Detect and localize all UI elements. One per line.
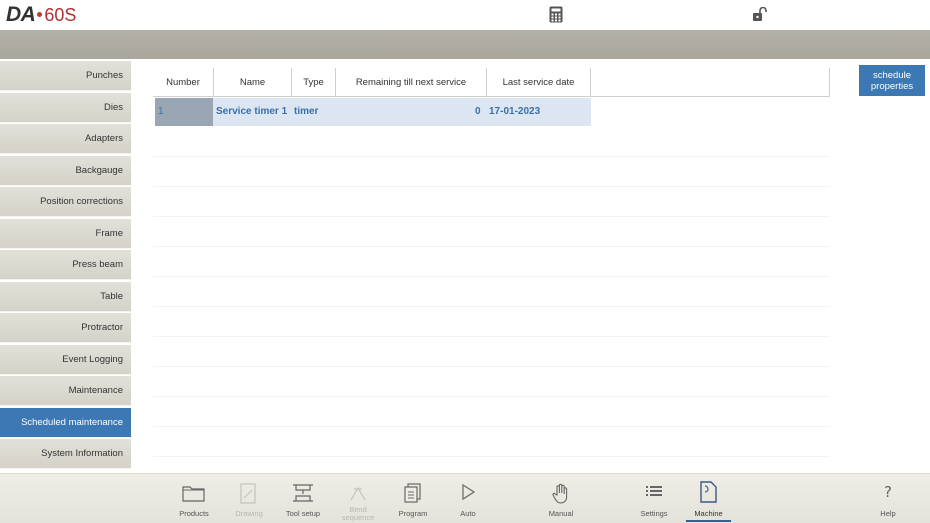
sidebar-item-frame[interactable]: Frame (0, 218, 131, 249)
nav-label: Bend sequence (341, 505, 375, 522)
column-header-remaining[interactable]: Remaining till next service (336, 68, 487, 97)
sidebar-item-adapters[interactable]: Adapters (0, 124, 131, 154)
nav-label: Tool setup (285, 509, 321, 518)
unlock-icon[interactable] (752, 7, 768, 22)
empty-row (153, 277, 830, 307)
cell-type: timer (294, 106, 319, 117)
tool-setup-icon (293, 484, 313, 502)
table-row[interactable]: 1 Service timer 1 timer 0 17-01-2023 (155, 98, 591, 126)
sidebar: Punches Dies Adapters Backgauge Position… (0, 61, 131, 473)
sidebar-item-system-information[interactable]: System Information (0, 439, 131, 469)
empty-row (153, 217, 830, 247)
program-icon (404, 483, 421, 503)
empty-row (153, 367, 830, 397)
bend-sequence-icon (350, 486, 366, 501)
sidebar-item-punches[interactable]: Punches (0, 61, 131, 91)
nav-label: Machine (694, 509, 723, 518)
column-header-type[interactable]: Type (292, 68, 336, 97)
schedule-table: Number Name Type Remaining till next ser… (153, 68, 830, 468)
list-icon (646, 486, 662, 496)
logo-dot (37, 11, 43, 17)
schedule-properties-label-2: properties (870, 81, 914, 92)
nav-drawing[interactable]: Drawing (227, 474, 271, 523)
nav-label: Program (398, 509, 428, 518)
column-header-name[interactable]: Name (214, 68, 292, 97)
nav-products[interactable]: Products (172, 474, 216, 523)
empty-row (153, 187, 830, 217)
column-header-number[interactable]: Number (153, 68, 214, 97)
sidebar-item-position-corrections[interactable]: Position corrections (0, 187, 131, 217)
empty-row (153, 337, 830, 367)
nav-manual[interactable]: Manual (539, 474, 583, 523)
sidebar-item-press-beam[interactable]: Press beam (0, 250, 131, 280)
nav-label: Drawing (235, 509, 263, 518)
folder-icon (182, 486, 205, 502)
schedule-properties-label-1: schedule (872, 70, 912, 81)
nav-label: Manual (548, 509, 574, 518)
nav-label: Help (880, 509, 896, 518)
empty-row (153, 157, 830, 187)
machine-icon (700, 481, 717, 503)
sidebar-item-dies[interactable]: Dies (0, 92, 131, 123)
table-header: Number Name Type Remaining till next ser… (153, 68, 830, 97)
play-icon (462, 483, 476, 501)
calculator-icon[interactable] (549, 6, 563, 23)
sidebar-item-table[interactable]: Table (0, 281, 131, 312)
empty-row (153, 307, 830, 337)
title-bar (0, 30, 930, 59)
logo: DA 60S (6, 3, 77, 26)
logo-model: 60S (44, 4, 77, 25)
svg-text:?: ? (884, 483, 892, 501)
nav-program[interactable]: Program (391, 474, 435, 523)
sidebar-item-protractor[interactable]: Protractor (0, 313, 131, 343)
cell-number: 1 (155, 98, 213, 126)
empty-row (153, 397, 830, 427)
empty-row (153, 247, 830, 277)
sidebar-item-backgauge[interactable]: Backgauge (0, 155, 131, 186)
cell-remaining: 0 (475, 106, 481, 117)
sidebar-item-maintenance[interactable]: Maintenance (0, 376, 131, 406)
nav-settings[interactable]: Settings (632, 474, 676, 523)
schedule-properties-button[interactable]: schedule properties (859, 65, 925, 96)
nav-bend-sequence[interactable]: Bend sequence (336, 474, 380, 523)
help-icon: ? (884, 483, 892, 501)
drawing-icon (240, 483, 256, 504)
nav-machine[interactable]: Machine (686, 474, 731, 523)
logo-brand: DA (6, 3, 36, 26)
cell-last-service-date: 17-01-2023 (489, 106, 541, 117)
nav-label: Products (179, 509, 209, 518)
nav-label: Auto (460, 509, 476, 518)
empty-row (153, 127, 830, 157)
column-header-last-service-date[interactable]: Last service date (487, 68, 591, 97)
bottom-nav: Products Drawing Tool setup Bend sequenc… (0, 473, 930, 523)
sidebar-item-scheduled-maintenance[interactable]: Scheduled maintenance (0, 407, 131, 438)
active-indicator (686, 520, 731, 522)
nav-tool-setup[interactable]: Tool setup (281, 474, 325, 523)
nav-label: Settings (640, 509, 668, 518)
hand-icon (552, 483, 568, 504)
sidebar-item-event-logging[interactable]: Event Logging (0, 344, 131, 375)
empty-row (153, 427, 830, 457)
top-bar: DA 60S (0, 0, 930, 30)
cell-name: Service timer 1 (216, 106, 288, 117)
nav-auto[interactable]: Auto (446, 474, 490, 523)
nav-help[interactable]: ? Help (866, 474, 910, 523)
